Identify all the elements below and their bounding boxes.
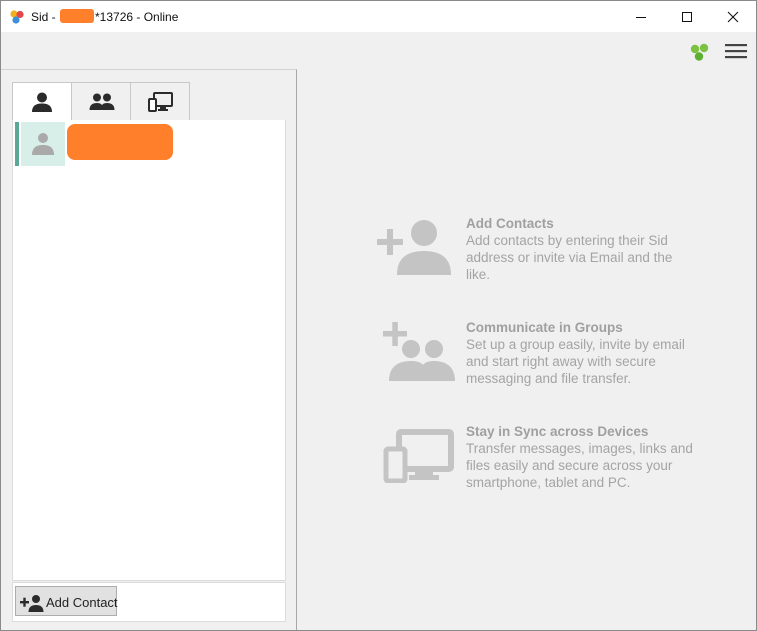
add-contact-button[interactable]: Add Contact	[15, 586, 118, 616]
info-body: Transfer messages, images, links and fil…	[466, 441, 693, 490]
info-groups: Communicate in Groups Set up a group eas…	[373, 319, 693, 389]
add-person-icon	[377, 220, 451, 275]
maximize-icon	[682, 12, 692, 22]
window-title-suffix: *13726 - Online	[95, 10, 179, 24]
sid-logo-icon	[10, 10, 24, 24]
window-title: Sid - *13726 - Online	[31, 9, 178, 24]
app-window: Sid - *13726 - Online Add Contact Add Co…	[0, 0, 757, 631]
info-devices: Stay in Sync across Devices Transfer mes…	[373, 423, 693, 493]
devices-sync-icon	[383, 429, 454, 483]
info-body: Add contacts by entering their Sid addre…	[466, 233, 673, 282]
contact-list-item[interactable]	[15, 122, 285, 166]
info-add-contacts: Add Contacts Add contacts by entering th…	[373, 215, 693, 285]
redacted-block	[60, 9, 95, 23]
person-icon	[32, 92, 52, 112]
info-text: Stay in Sync across Devices Transfer mes…	[466, 423, 696, 491]
devices-icon	[148, 92, 173, 112]
close-button[interactable]	[710, 1, 756, 32]
hamburger-menu-icon[interactable]	[724, 42, 748, 60]
info-heading: Add Contacts	[466, 216, 554, 231]
toolbar	[1, 32, 756, 69]
info-text: Add Contacts Add contacts by entering th…	[466, 215, 696, 283]
avatar	[21, 122, 65, 166]
minimize-button[interactable]	[618, 1, 664, 32]
add-group-icon	[383, 322, 455, 381]
online-status-icon[interactable]	[689, 42, 711, 62]
add-person-icon	[20, 595, 44, 612]
contact-actions-bar: Add Contact	[12, 582, 286, 622]
group-icon	[89, 93, 115, 110]
info-heading: Stay in Sync across Devices	[466, 424, 649, 439]
contact-name-redacted	[67, 124, 173, 160]
add-contact-label: Add Contact	[46, 595, 118, 610]
contact-list	[12, 120, 286, 581]
window-title-prefix: Sid -	[31, 10, 60, 24]
maximize-button[interactable]	[664, 1, 710, 32]
tab-groups[interactable]	[71, 82, 131, 121]
info-body: Set up a group easily, invite by email a…	[466, 337, 685, 386]
title-bar[interactable]: Sid - *13726 - Online	[1, 1, 756, 32]
selection-indicator	[15, 122, 19, 166]
contacts-panel: Add Contact	[1, 69, 297, 630]
tab-devices[interactable]	[130, 82, 190, 121]
minimize-icon	[636, 17, 646, 18]
person-placeholder-icon	[32, 133, 54, 155]
close-icon	[727, 11, 739, 23]
tab-contacts[interactable]	[12, 82, 72, 122]
info-heading: Communicate in Groups	[466, 320, 623, 335]
info-text: Communicate in Groups Set up a group eas…	[466, 319, 696, 387]
